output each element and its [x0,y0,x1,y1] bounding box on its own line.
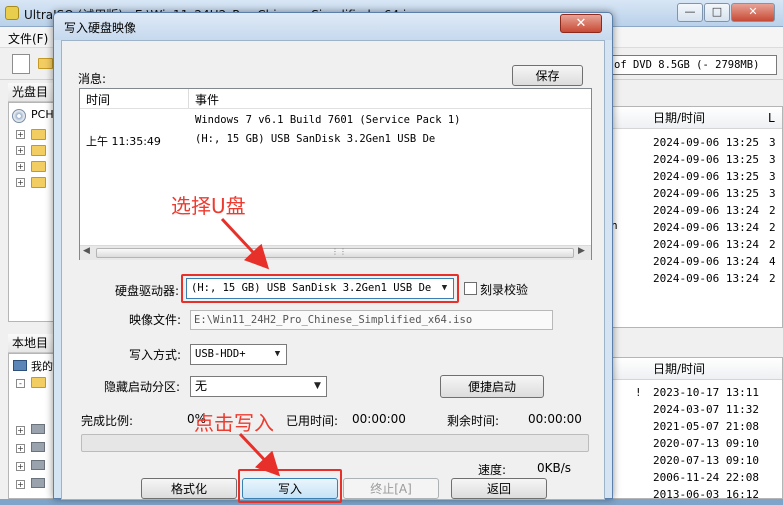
annotation-arrows [220,217,281,477]
arrow-to-write-button [238,432,281,477]
arrow-to-drive-select [220,217,270,270]
